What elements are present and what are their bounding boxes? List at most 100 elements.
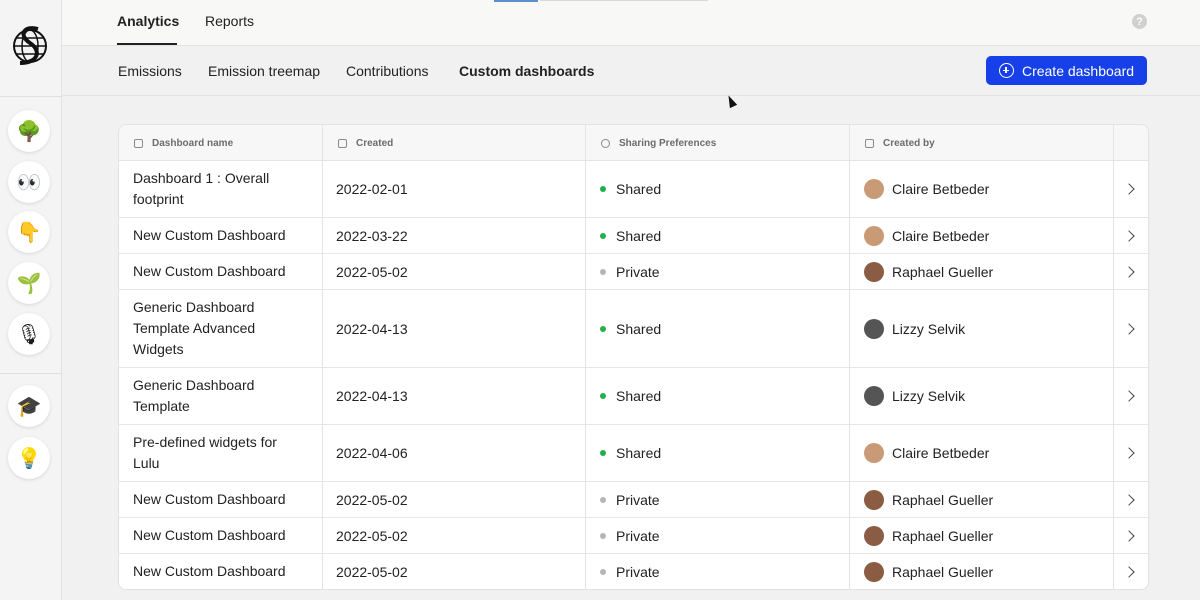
sidebar-microphone-button[interactable]: 🎙 xyxy=(8,313,50,355)
column-label: Created by xyxy=(883,137,935,149)
table-row[interactable]: New Custom Dashboard 2022-05-02 Private Rap… xyxy=(119,518,1148,554)
user-card-icon xyxy=(865,138,874,148)
cell-action[interactable] xyxy=(1123,554,1135,589)
cell-action[interactable] xyxy=(1123,425,1135,481)
cell-dashboard-name: New Custom Dashboard xyxy=(133,518,298,553)
plus-circle-icon xyxy=(998,63,1014,78)
cell-created: 2022-05-02 xyxy=(336,482,408,517)
globe-s-logo-icon[interactable] xyxy=(12,23,48,69)
cell-created: 2022-05-02 xyxy=(336,254,408,289)
graduation-cap-icon: 🎓 xyxy=(16,395,42,418)
column-divider xyxy=(1113,125,1114,589)
cell-created-by: Raphael Gueller xyxy=(864,518,993,553)
chevron-right-icon[interactable] xyxy=(1123,447,1135,459)
sidebar-eyes-button[interactable]: 👀 xyxy=(8,161,50,203)
create-dashboard-button[interactable]: Create dashboard xyxy=(986,56,1147,85)
cell-action[interactable] xyxy=(1123,254,1135,289)
chevron-right-icon[interactable] xyxy=(1123,229,1135,242)
sidebar-lightbulb-button[interactable]: 💡 xyxy=(8,437,50,479)
subtab-contributions[interactable]: Contributions xyxy=(346,63,429,79)
subtab-emission-treemap[interactable]: Emission treemap xyxy=(208,63,320,79)
table-row[interactable]: New Custom Dashboard 2022-05-02 Private Rap… xyxy=(119,554,1148,589)
table-row[interactable]: New Custom Dashboard 2022-03-22 Shared Clai… xyxy=(119,218,1148,254)
chevron-right-icon[interactable] xyxy=(1123,390,1135,402)
cell-created: 2022-03-22 xyxy=(336,218,408,253)
cell-action[interactable] xyxy=(1123,290,1135,367)
cell-action[interactable] xyxy=(1123,368,1135,424)
sidebar-seedling-button[interactable]: 🌱 xyxy=(8,262,50,304)
subtab-custom-dashboards[interactable]: Custom dashboards xyxy=(459,63,594,79)
created-date: 2022-02-01 xyxy=(336,181,408,197)
column-header-sharing[interactable]: Sharing Preferences xyxy=(601,125,716,161)
sharing-status: Private xyxy=(616,563,660,580)
dashboard-name: New Custom Dashboard xyxy=(133,491,286,507)
sidebar: 🌳 👀 👇 🌱 🎙 🎓 💡 xyxy=(0,0,62,600)
column-header-created-by[interactable]: Created by xyxy=(865,125,935,161)
table-row[interactable]: New Custom Dashboard 2022-05-02 Private Rap… xyxy=(119,254,1148,290)
cell-created-by: Lizzy Selvik xyxy=(864,368,965,424)
cell-created-by: Raphael Gueller xyxy=(864,554,993,589)
table-row[interactable]: Dashboard 1 : Overall footprint 2022-02-0… xyxy=(119,161,1148,218)
calendar-icon xyxy=(338,138,347,148)
created-date: 2022-05-02 xyxy=(336,527,408,544)
help-label: ? xyxy=(1136,15,1143,28)
table-row[interactable]: Generic Dashboard Template Advanced Widg… xyxy=(119,290,1148,368)
sidebar-graduation-button[interactable]: 🎓 xyxy=(8,385,50,427)
sidebar-pointing-button[interactable]: 👇 xyxy=(8,211,50,253)
chevron-right-icon[interactable] xyxy=(1123,529,1135,542)
table-row[interactable]: New Custom Dashboard 2022-05-02 Private Rap… xyxy=(119,482,1148,518)
cell-action[interactable] xyxy=(1123,161,1135,217)
avatar xyxy=(864,443,884,463)
cell-action[interactable] xyxy=(1123,218,1135,253)
dashboard-name: New Custom Dashboard xyxy=(133,527,286,543)
sidebar-tree-button[interactable]: 🌳 xyxy=(8,110,50,152)
tab-analytics[interactable]: Analytics xyxy=(117,13,179,29)
cell-dashboard-name: Pre-defined widgets for Lulu xyxy=(133,425,298,481)
subtab-emissions[interactable]: Emissions xyxy=(118,63,182,79)
sharing-status: Private xyxy=(616,527,660,544)
creator-name: Lizzy Selvik xyxy=(892,320,966,337)
dashboard-name: New Custom Dashboard xyxy=(133,563,286,579)
cell-created: 2022-04-13 xyxy=(336,368,408,424)
help-icon[interactable]: ? xyxy=(1132,14,1147,29)
column-header-dashboard-name[interactable]: Dashboard name xyxy=(134,125,233,161)
chevron-right-icon[interactable] xyxy=(1123,493,1135,506)
sidebar-divider xyxy=(0,373,62,374)
dashboard-name: New Custom Dashboard xyxy=(133,227,286,243)
chevron-right-icon[interactable] xyxy=(1123,183,1135,195)
cell-action[interactable] xyxy=(1123,482,1135,517)
chevron-right-icon[interactable] xyxy=(1123,265,1135,278)
sharing-status: Private xyxy=(616,491,660,508)
table-row[interactable]: Pre-defined widgets for Lulu 2022-04-06 Sh… xyxy=(119,425,1148,482)
top-progress-track xyxy=(540,0,708,1)
creator-name: Claire Betbeder xyxy=(892,227,990,244)
top-progress-indicator xyxy=(494,0,538,2)
dashboard-name: New Custom Dashboard xyxy=(133,263,286,279)
chevron-right-icon[interactable] xyxy=(1123,322,1135,335)
avatar xyxy=(864,318,884,339)
cell-sharing: Private xyxy=(600,518,660,553)
created-date: 2022-04-13 xyxy=(336,320,408,337)
cell-action[interactable] xyxy=(1123,518,1135,553)
top-navigation: Analytics Reports ? xyxy=(62,0,1200,46)
column-label: Dashboard name xyxy=(152,137,234,149)
tab-reports[interactable]: Reports xyxy=(205,13,254,29)
table-row[interactable]: Generic Dashboard Template 2022-04-13 Shar… xyxy=(119,368,1148,425)
cell-sharing: Shared xyxy=(600,161,661,217)
avatar xyxy=(864,225,884,246)
chevron-right-icon[interactable] xyxy=(1123,565,1135,578)
creator-name: Claire Betbeder xyxy=(892,445,990,461)
status-dot-icon xyxy=(600,496,606,503)
lightbulb-icon: 💡 xyxy=(16,447,42,470)
created-date: 2022-04-06 xyxy=(336,445,408,461)
column-header-created[interactable]: Created xyxy=(338,125,393,161)
avatar xyxy=(864,525,884,546)
cell-dashboard-name: New Custom Dashboard xyxy=(133,254,298,289)
status-dot-icon xyxy=(600,268,606,275)
column-divider xyxy=(322,125,323,589)
dashboard-name: Generic Dashboard Template xyxy=(133,377,255,414)
cell-created-by: Raphael Gueller xyxy=(864,254,993,289)
sharing-status: Shared xyxy=(616,320,662,337)
creator-name: Raphael Gueller xyxy=(892,491,994,508)
creator-name: Claire Betbeder xyxy=(892,181,990,197)
